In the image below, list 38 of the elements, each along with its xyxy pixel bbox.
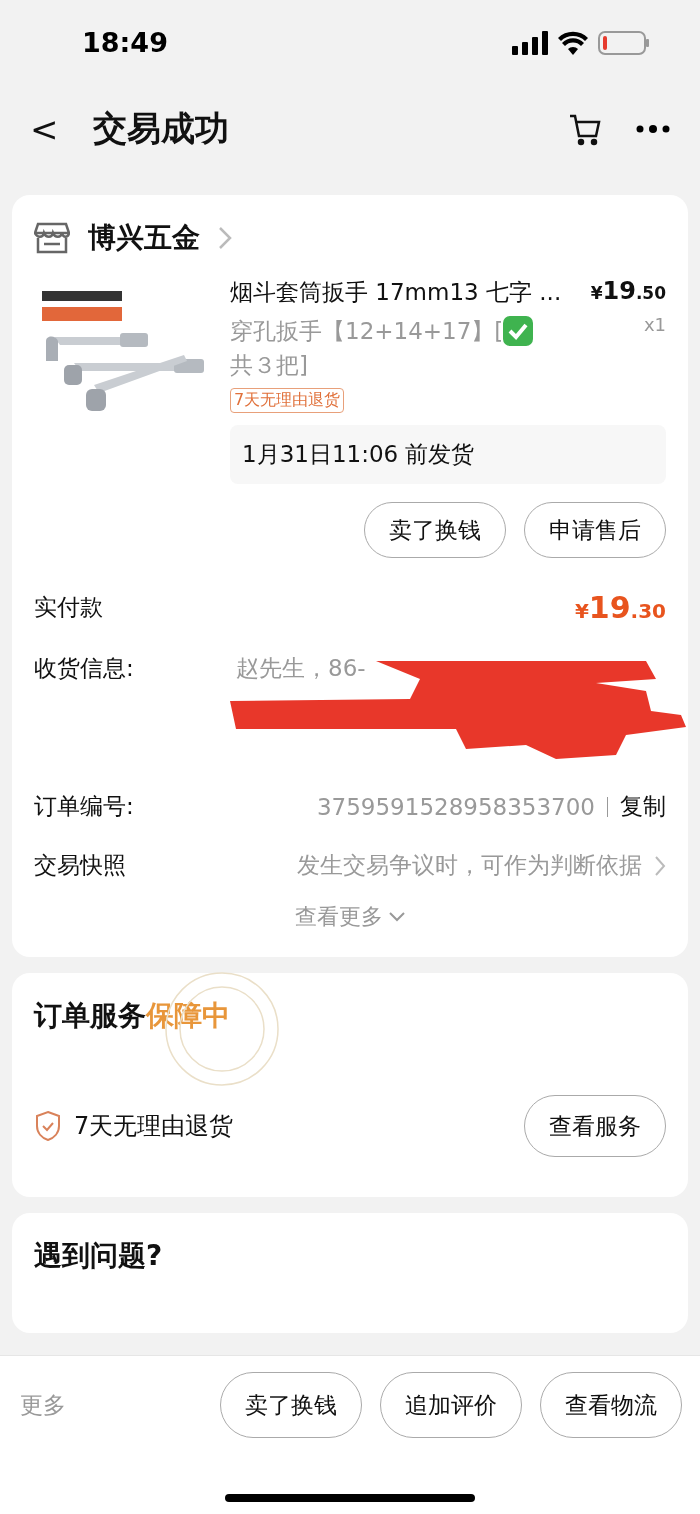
product-spec: 穿孔扳手【12+14+17】[ bbox=[230, 317, 504, 346]
bottom-action-button[interactable]: 查看物流 bbox=[540, 1372, 682, 1438]
paid-amount: ¥19.30 bbox=[574, 590, 666, 625]
bottom-action-button[interactable]: 卖了换钱 bbox=[220, 1372, 362, 1438]
order-number: 3759591528958353700 bbox=[316, 793, 595, 820]
address-value: 赵先生，86- bbox=[236, 655, 366, 681]
bottom-action-button[interactable]: 追加评价 bbox=[380, 1372, 522, 1438]
service-item: 7天无理由退货 bbox=[74, 1111, 234, 1142]
row-label: 收货信息: bbox=[34, 654, 134, 683]
action-button[interactable]: 卖了换钱 bbox=[364, 502, 506, 558]
action-button[interactable]: 申请售后 bbox=[524, 502, 666, 558]
return-tag: 7天无理由退货 bbox=[230, 388, 345, 413]
cart-icon[interactable] bbox=[568, 112, 602, 146]
battery-icon bbox=[598, 30, 650, 55]
product-spec: 共３把] bbox=[230, 351, 308, 380]
product-title[interactable]: 烟斗套筒扳手 17mm13 七字 ... bbox=[230, 277, 562, 308]
quantity: x1 bbox=[643, 314, 666, 335]
view-service-button[interactable]: 查看服务 bbox=[524, 1095, 666, 1157]
status-time: 18:49 bbox=[82, 27, 168, 58]
more-icon[interactable] bbox=[636, 124, 670, 134]
copy-button[interactable]: 复制 bbox=[620, 791, 666, 822]
shield-check-icon bbox=[34, 1110, 62, 1142]
service-status: 保障中 bbox=[146, 998, 230, 1034]
help-title: 遇到问题? bbox=[34, 1239, 163, 1272]
check-icon bbox=[503, 316, 534, 346]
shop-name[interactable]: 博兴五金 bbox=[88, 219, 200, 257]
wifi-icon bbox=[558, 30, 588, 55]
store-icon bbox=[34, 222, 70, 254]
page-title: 交易成功 bbox=[92, 107, 230, 150]
signal-icon bbox=[512, 30, 548, 55]
product-price: ¥19.50 bbox=[590, 277, 666, 305]
chevron-down-icon bbox=[389, 912, 405, 922]
shipping-note: 1月31日11:06 前发货 bbox=[230, 425, 666, 484]
row-label: 订单编号: bbox=[34, 792, 134, 821]
paid-label: 实付款 bbox=[34, 593, 103, 622]
back-button[interactable]: < bbox=[30, 109, 59, 149]
service-title: 订单服务 bbox=[34, 998, 146, 1034]
row-label: 交易快照 bbox=[34, 851, 126, 880]
